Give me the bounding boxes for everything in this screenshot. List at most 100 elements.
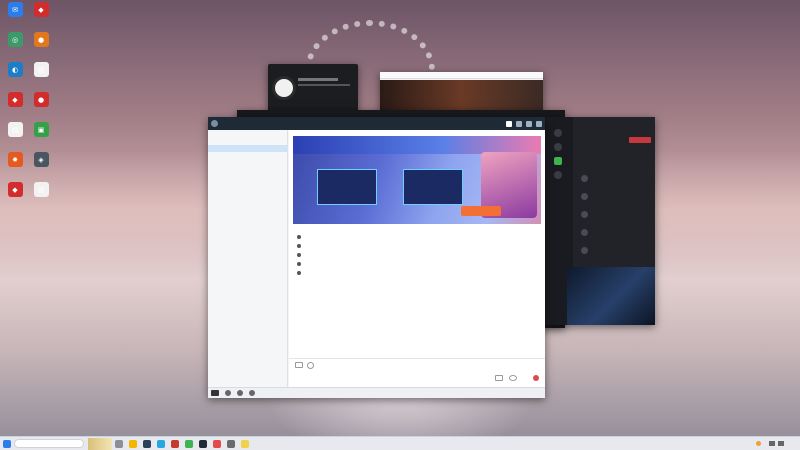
chat-footer[interactable] (208, 387, 545, 398)
input-divider (289, 358, 545, 359)
assistant-row[interactable] (581, 229, 592, 236)
app-icon[interactable] (227, 439, 235, 448)
chat-window[interactable] (208, 117, 545, 398)
task-view-icon[interactable] (115, 439, 123, 448)
start-icon[interactable] (3, 439, 11, 448)
group-rows[interactable] (208, 138, 287, 158)
steam-icon[interactable] (143, 439, 151, 448)
chat-bubble-icon[interactable] (509, 375, 517, 381)
enter-icon[interactable] (495, 375, 503, 381)
row-icon (581, 247, 588, 254)
close-icon[interactable] (536, 120, 542, 127)
search-box[interactable] (14, 439, 84, 448)
desktop-icon[interactable]: ✸ (2, 152, 28, 168)
message-row[interactable] (297, 260, 304, 267)
send-icon[interactable] (533, 375, 539, 381)
assistant-row[interactable] (581, 247, 592, 254)
group-item[interactable] (208, 152, 287, 159)
chat-app-icon[interactable] (199, 439, 207, 448)
grid-icon[interactable] (516, 120, 522, 127)
message-input[interactable] (289, 372, 545, 385)
group-item[interactable] (208, 144, 287, 152)
calendar-icon[interactable] (249, 390, 255, 396)
browser-tabbar[interactable] (380, 72, 543, 79)
promo-image[interactable] (567, 267, 655, 325)
desktop-icon[interactable]: ● (28, 32, 54, 48)
taskbar[interactable] (0, 436, 800, 450)
browser-window[interactable] (380, 72, 543, 112)
desktop-icon[interactable]: ● (28, 92, 54, 108)
desktop-icon[interactable]: ◆ (2, 92, 28, 108)
nav-home-icon[interactable] (554, 129, 562, 137)
row-icon (581, 211, 588, 218)
desktop-icon[interactable]: ◈ (28, 152, 54, 168)
avatar (272, 76, 296, 100)
app-icon: ● (33, 32, 49, 47)
browser-icon[interactable] (157, 439, 165, 448)
banner-claim-button[interactable] (461, 206, 501, 216)
message-row[interactable] (297, 251, 304, 258)
promo-banner[interactable] (293, 136, 541, 224)
row-icon (581, 229, 588, 236)
voice-chat-window[interactable] (268, 64, 358, 116)
app-icon: ✉ (7, 2, 23, 17)
desktop-icon[interactable]: ▤ (28, 62, 54, 78)
app-icon[interactable] (213, 439, 221, 448)
desktop-icon[interactable]: ▤ (28, 182, 54, 198)
chat-content[interactable] (289, 130, 545, 387)
app-icon: ◎ (7, 32, 23, 47)
desktop-icon[interactable]: ◐ (2, 62, 28, 78)
file-explorer-icon[interactable] (129, 439, 137, 448)
emoji-icon[interactable] (307, 362, 314, 369)
footer-logo-icon (211, 390, 219, 396)
nav-android-icon[interactable] (554, 157, 562, 165)
widget-image[interactable] (88, 437, 112, 450)
desktop-icon[interactable]: ✉ (2, 2, 28, 18)
app-icon: ▣ (33, 122, 49, 137)
desktop-icon[interactable]: ◆ (2, 182, 28, 198)
volume-icon[interactable] (778, 441, 784, 446)
group-item[interactable] (208, 138, 287, 145)
nav-chat-icon[interactable] (554, 143, 562, 151)
app-icon: ◈ (33, 152, 49, 167)
avatar (297, 270, 301, 275)
group-list-header (208, 130, 287, 138)
game-assistant-panel[interactable] (545, 117, 655, 325)
desktop-icon[interactable]: ◆ (28, 2, 54, 18)
avatar (297, 243, 301, 248)
message-row[interactable] (297, 233, 304, 240)
app-icon: ● (33, 92, 49, 107)
network-icon[interactable] (769, 441, 775, 446)
chat-titlebar[interactable] (208, 117, 545, 130)
nav-tools-icon[interactable] (554, 171, 562, 179)
app-icon[interactable] (185, 439, 193, 448)
menu-icon[interactable] (526, 120, 532, 127)
app-icon[interactable] (171, 439, 179, 448)
assistant-row[interactable] (581, 193, 592, 200)
app-icon: ◆ (33, 2, 49, 17)
avatar (297, 234, 301, 239)
assistant-row[interactable] (581, 211, 592, 218)
desktop-icon[interactable]: ◎ (2, 32, 28, 48)
settings-icon[interactable] (225, 390, 231, 396)
desktop-icon[interactable]: ▣ (28, 122, 54, 138)
assistant-row[interactable] (581, 175, 592, 182)
app-icon[interactable] (241, 439, 249, 448)
desktop-icon[interactable]: ▤ (2, 122, 28, 138)
action-button[interactable] (629, 137, 651, 143)
banner-card-right (403, 169, 463, 205)
voice-chat-status-bar (298, 84, 350, 86)
home-icon[interactable] (506, 120, 512, 127)
browser-content (380, 80, 543, 112)
app-icon: ✸ (7, 152, 23, 167)
app-icon: ◆ (7, 182, 23, 197)
banner-card-left (317, 169, 377, 205)
weather-icon[interactable] (756, 441, 761, 446)
contacts-icon[interactable] (237, 390, 243, 396)
group-list[interactable] (208, 130, 288, 387)
message-row[interactable] (297, 242, 304, 249)
app-icon: ▤ (33, 62, 49, 77)
app-icon: ▤ (7, 122, 23, 137)
message-row[interactable] (297, 269, 304, 276)
image-icon[interactable] (295, 362, 303, 368)
